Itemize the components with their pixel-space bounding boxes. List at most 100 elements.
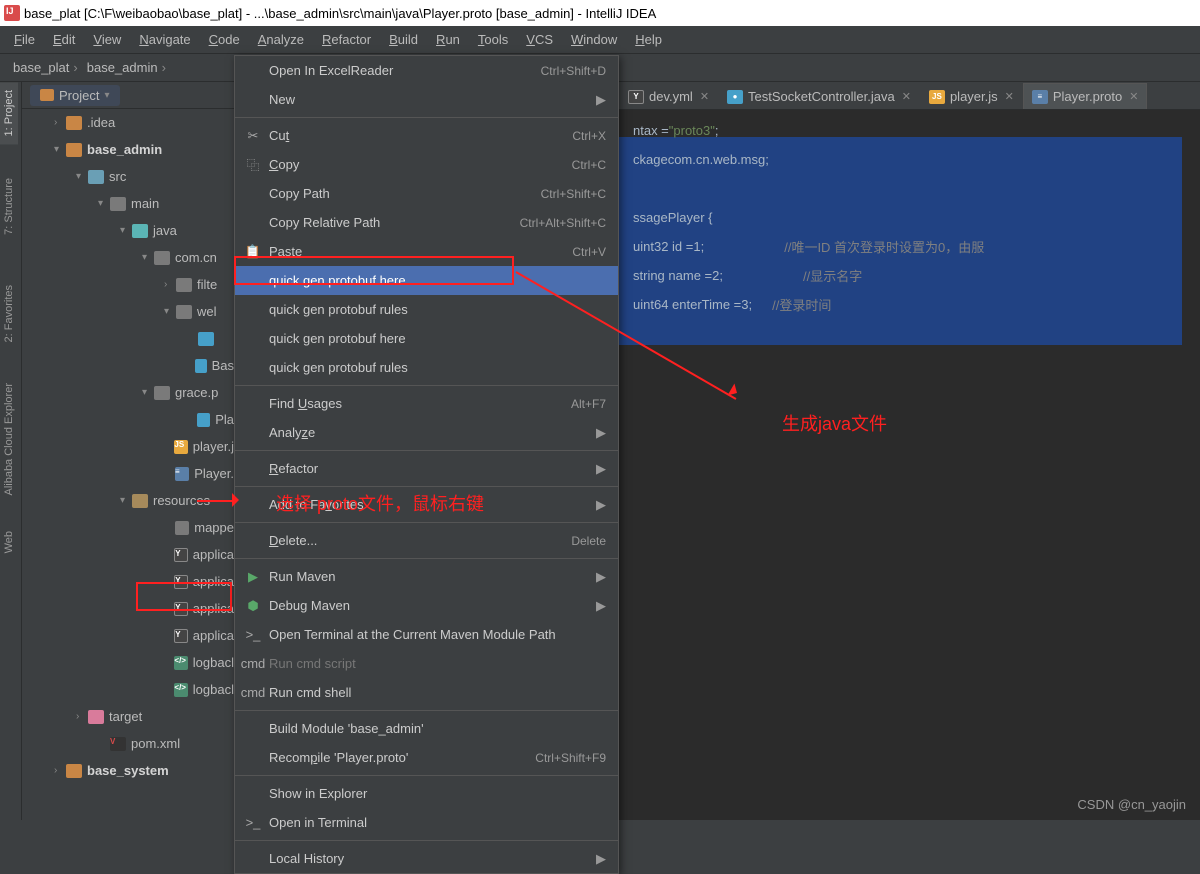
ctx-build-module-base-admin-[interactable]: Build Module 'base_admin' bbox=[235, 714, 618, 743]
chevron-right-icon: ▶ bbox=[596, 569, 606, 585]
tree-node-idea[interactable]: ›.idea bbox=[22, 109, 234, 136]
ctx-copy[interactable]: ⿻CopyCtrl+C bbox=[235, 150, 618, 179]
ctx-cut[interactable]: ✂CutCtrl+X bbox=[235, 121, 618, 150]
close-icon[interactable]: ✕ bbox=[1005, 90, 1014, 103]
tree-node-applica4[interactable]: Yapplica bbox=[22, 622, 234, 649]
menu-navigate[interactable]: Navigate bbox=[131, 29, 198, 50]
code-line: ssage Player { bbox=[619, 203, 1200, 232]
menu-run[interactable]: Run bbox=[428, 29, 468, 50]
tree-node-applica3[interactable]: Yapplica bbox=[22, 595, 234, 622]
ctx-open-in-terminal[interactable]: >_Open in Terminal bbox=[235, 808, 618, 837]
context-menu: Open In ExcelReaderCtrl+Shift+DNew▶ ✂CutC… bbox=[234, 55, 619, 874]
close-icon[interactable]: ✕ bbox=[902, 90, 911, 103]
project-tree[interactable]: ›.idea ▾base_admin ▾src ▾main ▾java ▾com… bbox=[22, 109, 234, 820]
editor-tab-player-proto[interactable]: ≡Player.proto✕ bbox=[1023, 83, 1148, 109]
ctx-delete-[interactable]: Delete...Delete bbox=[235, 526, 618, 555]
ctx-quick-gen-protobuf-rules[interactable]: quick gen protobuf rules bbox=[235, 295, 618, 324]
menu-build[interactable]: Build bbox=[381, 29, 426, 50]
tree-node-base-admin[interactable]: ▾base_admin bbox=[22, 136, 234, 163]
tool-tab-web[interactable]: Web bbox=[0, 523, 18, 561]
tree-node-base-system[interactable]: ›base_system bbox=[22, 757, 234, 784]
file-icon: ● bbox=[727, 90, 743, 104]
ctx-open-in-excelreader[interactable]: Open In ExcelReaderCtrl+Shift+D bbox=[235, 56, 618, 85]
ctx-quick-gen-protobuf-here[interactable]: quick gen protobuf here bbox=[235, 266, 618, 295]
tree-node-pom[interactable]: Vpom.xml bbox=[22, 730, 234, 757]
ctx-new[interactable]: New▶ bbox=[235, 85, 618, 114]
menu-edit[interactable]: Edit bbox=[45, 29, 83, 50]
crumb-base-admin[interactable]: base_admin bbox=[82, 60, 158, 75]
code-line: ntax = "proto3"; bbox=[619, 116, 1200, 145]
ctx-copy-relative-path[interactable]: Copy Relative PathCtrl+Alt+Shift+C bbox=[235, 208, 618, 237]
code-line: uint64 enterTime = 3;//登录时间 bbox=[619, 290, 1200, 319]
close-icon[interactable]: ✕ bbox=[1129, 90, 1138, 103]
tool-tab-structure[interactable]: 7: Structure bbox=[0, 170, 18, 243]
close-icon[interactable]: ✕ bbox=[700, 90, 709, 103]
folder-icon bbox=[154, 251, 170, 265]
tree-node-java[interactable]: ▾java bbox=[22, 217, 234, 244]
tree-node-mapper[interactable]: mappe bbox=[22, 514, 234, 541]
menu-tools[interactable]: Tools bbox=[470, 29, 516, 50]
ctx-run-maven[interactable]: ▶Run Maven▶ bbox=[235, 562, 618, 591]
ctx-copy-path[interactable]: Copy PathCtrl+Shift+C bbox=[235, 179, 618, 208]
class-icon bbox=[198, 332, 214, 346]
chevron-right-icon: › bbox=[162, 60, 166, 75]
tree-node-grace[interactable]: ▾grace.p bbox=[22, 379, 234, 406]
chevron-right-icon: ▶ bbox=[596, 598, 606, 614]
ctx-paste[interactable]: 📋PasteCtrl+V bbox=[235, 237, 618, 266]
ctx-refactor[interactable]: Refactor▶ bbox=[235, 454, 618, 483]
tool-tab-favorites[interactable]: 2: Favorites bbox=[0, 277, 18, 350]
ctx-show-in-explorer[interactable]: Show in Explorer bbox=[235, 779, 618, 808]
tree-node-target[interactable]: ›target bbox=[22, 703, 234, 730]
editor-tab-player-js[interactable]: JSplayer.js✕ bbox=[920, 83, 1023, 109]
tree-node-bas[interactable]: Bas bbox=[22, 352, 234, 379]
tree-node-web[interactable]: ▾wel bbox=[22, 298, 234, 325]
tool-tab-alibaba[interactable]: Alibaba Cloud Explorer bbox=[0, 375, 18, 504]
folder-icon bbox=[154, 386, 170, 400]
menu-vcs[interactable]: VCS bbox=[518, 29, 561, 50]
ctx-quick-gen-protobuf-here[interactable]: quick gen protobuf here bbox=[235, 324, 618, 353]
tree-node-comcn[interactable]: ▾com.cn bbox=[22, 244, 234, 271]
xml-icon: </> bbox=[174, 656, 187, 670]
ctx-find-usages[interactable]: Find UsagesAlt+F7 bbox=[235, 389, 618, 418]
project-dropdown[interactable]: Project ▾ bbox=[30, 85, 120, 106]
tree-node-playerproto[interactable]: ≡Player. bbox=[22, 460, 234, 487]
tree-node-resources[interactable]: ▾resources bbox=[22, 487, 234, 514]
menu-refactor[interactable]: Refactor bbox=[314, 29, 379, 50]
tree-node-applica1[interactable]: Yapplica bbox=[22, 541, 234, 568]
tree-node-logback1[interactable]: </>logbacl bbox=[22, 649, 234, 676]
ctx-recompile-player-proto-[interactable]: Recompile 'Player.proto'Ctrl+Shift+F9 bbox=[235, 743, 618, 772]
menu-file[interactable]: File bbox=[6, 29, 43, 50]
menu-code[interactable]: Code bbox=[201, 29, 248, 50]
tree-node-logback2[interactable]: </>logbacl bbox=[22, 676, 234, 703]
ctx-analyze[interactable]: Analyze▶ bbox=[235, 418, 618, 447]
crumb-base-plat[interactable]: base_plat bbox=[8, 60, 69, 75]
tree-node-pla[interactable]: Pla bbox=[22, 406, 234, 433]
tool-tab-project[interactable]: 1: Project bbox=[0, 82, 18, 144]
editor-tab-dev-yml[interactable]: Ydev.yml✕ bbox=[619, 83, 718, 109]
window-title: base_plat [C:\F\weibaobao\base_plat] - .… bbox=[24, 6, 656, 21]
tree-node-src[interactable]: ▾src bbox=[22, 163, 234, 190]
tree-node-main[interactable]: ▾main bbox=[22, 190, 234, 217]
ctx-local-history[interactable]: Local History▶ bbox=[235, 844, 618, 873]
menu-analyze[interactable]: Analyze bbox=[250, 29, 312, 50]
menu-view[interactable]: View bbox=[85, 29, 129, 50]
chevron-right-icon: › bbox=[73, 60, 77, 75]
ctx-run-cmd-shell[interactable]: cmdRun cmd shell bbox=[235, 678, 618, 707]
tree-node-filter[interactable]: ›filte bbox=[22, 271, 234, 298]
ctx-debug-maven[interactable]: ⬢Debug Maven▶ bbox=[235, 591, 618, 620]
js-icon: JS bbox=[174, 440, 187, 454]
yaml-icon: Y bbox=[174, 548, 188, 562]
ctx-open-terminal-at-the-current-m[interactable]: >_Open Terminal at the Current Maven Mod… bbox=[235, 620, 618, 649]
ctx-add-to-favorites[interactable]: Add to Favorites▶ bbox=[235, 490, 618, 519]
editor-tab-testsocketcontroller-java[interactable]: ●TestSocketController.java✕ bbox=[718, 83, 920, 109]
menu-window[interactable]: Window bbox=[563, 29, 625, 50]
main-menubar: FileEditViewNavigateCodeAnalyzeRefactorB… bbox=[0, 26, 1200, 54]
tree-node-playerjs[interactable]: JSplayer.j bbox=[22, 433, 234, 460]
menu-help[interactable]: Help bbox=[627, 29, 670, 50]
tree-node-cube[interactable] bbox=[22, 325, 234, 352]
ctx-quick-gen-protobuf-rules[interactable]: quick gen protobuf rules bbox=[235, 353, 618, 382]
folder-icon bbox=[88, 710, 104, 724]
folder-icon bbox=[88, 170, 104, 184]
tree-node-applica2[interactable]: Yapplica bbox=[22, 568, 234, 595]
code-editor[interactable]: ntax = "proto3"; ckage com.cn.web.msg; s… bbox=[619, 110, 1200, 820]
